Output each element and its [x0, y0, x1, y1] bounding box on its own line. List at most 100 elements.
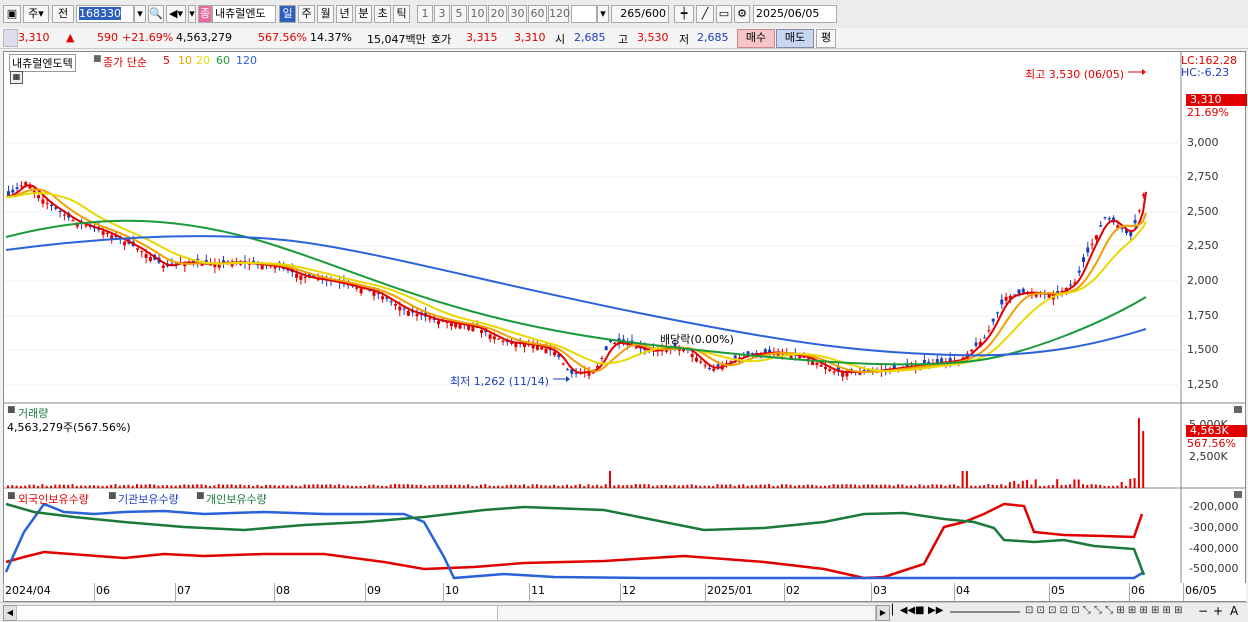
volume-bar	[222, 484, 224, 488]
calculator-icon[interactable]: ▦	[10, 71, 23, 84]
speaker-icon[interactable]: ◀▾	[166, 5, 186, 23]
xaxis-tick-13	[1129, 583, 1130, 601]
period-2[interactable]: 월	[317, 5, 334, 23]
volume-bar	[454, 484, 457, 488]
eval-button[interactable]: 평	[816, 29, 836, 48]
play-forward-icon[interactable]: ▶▶	[928, 605, 943, 616]
institution-legend[interactable]: 기관보유수량	[118, 491, 179, 507]
volume-bar	[776, 485, 779, 488]
period-0[interactable]: 일	[279, 5, 296, 23]
prev-button[interactable]: 전	[52, 5, 74, 23]
code-input[interactable]: 168330	[76, 5, 134, 23]
scrollbar-thumb[interactable]	[17, 606, 498, 620]
volume-bar	[729, 484, 732, 488]
volume-bar	[703, 485, 706, 488]
volume-bar	[1077, 479, 1080, 488]
candle-body	[101, 231, 105, 235]
speaker-dropdown-icon[interactable]: ▾	[188, 5, 196, 23]
interval-dropdown-icon[interactable]: ▾	[597, 5, 609, 23]
candle-body	[1017, 289, 1021, 294]
current-price: 3,310	[18, 31, 50, 44]
stock-name-field[interactable]: 내츄럴엔도	[212, 5, 276, 23]
interval-4[interactable]: 20	[488, 5, 507, 23]
stock-name-text: 내츄럴엔도	[215, 7, 266, 20]
chart-tools-icons[interactable]: ⊡ ⊡ ⊡ ⊡ ⊡ ⤡ ⤡ ⤡ ⊞ ⊞ ⊞ ⊞ ⊞ ⊞	[1025, 605, 1183, 616]
font-size-icon[interactable]: A	[1230, 604, 1238, 618]
volume-bar	[209, 485, 212, 488]
zoom-out-icon[interactable]: −	[1198, 604, 1208, 618]
sell-button[interactable]: 매도	[776, 29, 814, 48]
chart-svg[interactable]	[4, 52, 1245, 601]
volume-bar	[445, 484, 448, 488]
volume-bar	[836, 484, 839, 488]
period-4[interactable]: 분	[355, 5, 372, 23]
candle-body	[136, 248, 139, 250]
count-field[interactable]: 265/600	[611, 5, 669, 23]
volume-bar	[93, 485, 95, 488]
zoom-in-icon[interactable]: +	[1213, 604, 1223, 618]
scroll-right-icon[interactable]: ▶	[876, 605, 890, 621]
candle-body	[604, 346, 608, 351]
scrollbar-track[interactable]	[16, 605, 876, 621]
individual-legend[interactable]: 개인보유수량	[206, 491, 267, 507]
volume-bar	[398, 484, 401, 488]
volume-bar	[841, 484, 844, 488]
volume-bar	[84, 485, 87, 488]
volume-panel-close-icon[interactable]	[1234, 406, 1242, 413]
period-3[interactable]: 년	[336, 5, 353, 23]
save-icon[interactable]: ▭	[716, 5, 732, 23]
code-dropdown-icon[interactable]: ▾	[134, 5, 146, 23]
volume-bar	[441, 484, 444, 488]
xaxis-tick-2	[175, 583, 176, 601]
period-6[interactable]: 틱	[393, 5, 410, 23]
volume-bar	[458, 484, 461, 488]
interval-6[interactable]: 60	[528, 5, 547, 23]
ma10-legend[interactable]: 10	[178, 54, 192, 67]
interval-7[interactable]: 120	[548, 5, 570, 23]
draw-tool-icon[interactable]: ╱	[696, 5, 714, 23]
ma20-legend[interactable]: 20	[196, 54, 210, 67]
volume-bar	[570, 485, 573, 488]
volume-bar	[67, 484, 70, 488]
xaxis-label-12: 05	[1051, 584, 1065, 597]
hc-label: HC:-6.23	[1181, 66, 1230, 79]
period-5[interactable]: 초	[374, 5, 391, 23]
interval-0[interactable]: 1	[417, 5, 433, 23]
panel-toggle-icon[interactable]	[3, 29, 18, 47]
volume-bar	[50, 485, 52, 488]
chart-area[interactable]: 내츄럴엔도텍 ■ 종가 단순 5 10 20 60 120 ▦ LC:162.2…	[3, 51, 1247, 602]
interval-input[interactable]	[571, 5, 597, 23]
volume-bar	[247, 484, 250, 488]
market-select[interactable]: 주▾	[23, 5, 49, 23]
holding-panel-close-icon[interactable]	[1234, 491, 1242, 498]
speed-slider[interactable]	[950, 611, 1020, 613]
ma60-legend[interactable]: 60	[216, 54, 230, 67]
interval-2[interactable]: 5	[451, 5, 467, 23]
buy-button[interactable]: 매수	[737, 29, 775, 48]
stock-legend[interactable]: 내츄럴엔도텍	[9, 54, 76, 72]
stop-icon[interactable]: ■	[915, 605, 924, 616]
volume-bar	[88, 485, 91, 488]
interval-3[interactable]: 10	[468, 5, 487, 23]
foreign-legend[interactable]: 외국인보유수량	[18, 491, 89, 507]
volume-bar	[901, 484, 904, 488]
volume-bar	[467, 484, 470, 488]
ma120-legend[interactable]: 120	[236, 54, 257, 67]
scroll-left-icon[interactable]: ◀	[3, 605, 17, 621]
window-menu-icon[interactable]: ▣	[3, 5, 21, 23]
volume-bar	[965, 471, 968, 488]
candle-type-icon[interactable]: ┿	[674, 5, 694, 23]
period-1[interactable]: 주	[298, 5, 315, 23]
ma5-legend[interactable]: 5	[163, 54, 170, 67]
search-icon[interactable]: 🔍	[148, 5, 164, 23]
interval-5[interactable]: 30	[508, 5, 527, 23]
volume-bar	[471, 485, 474, 488]
settings-icon[interactable]: ⚙	[734, 5, 750, 23]
volume-bar	[996, 485, 998, 488]
interval-1[interactable]: 3	[434, 5, 450, 23]
rewind-icon[interactable]: ▏◀◀	[892, 605, 915, 616]
xaxis-label-0: 2024/04	[5, 584, 51, 597]
ma-legend-marker: ■	[93, 54, 102, 64]
xaxis-tick-1	[94, 583, 95, 601]
date-input[interactable]: 2025/06/05	[753, 5, 837, 23]
